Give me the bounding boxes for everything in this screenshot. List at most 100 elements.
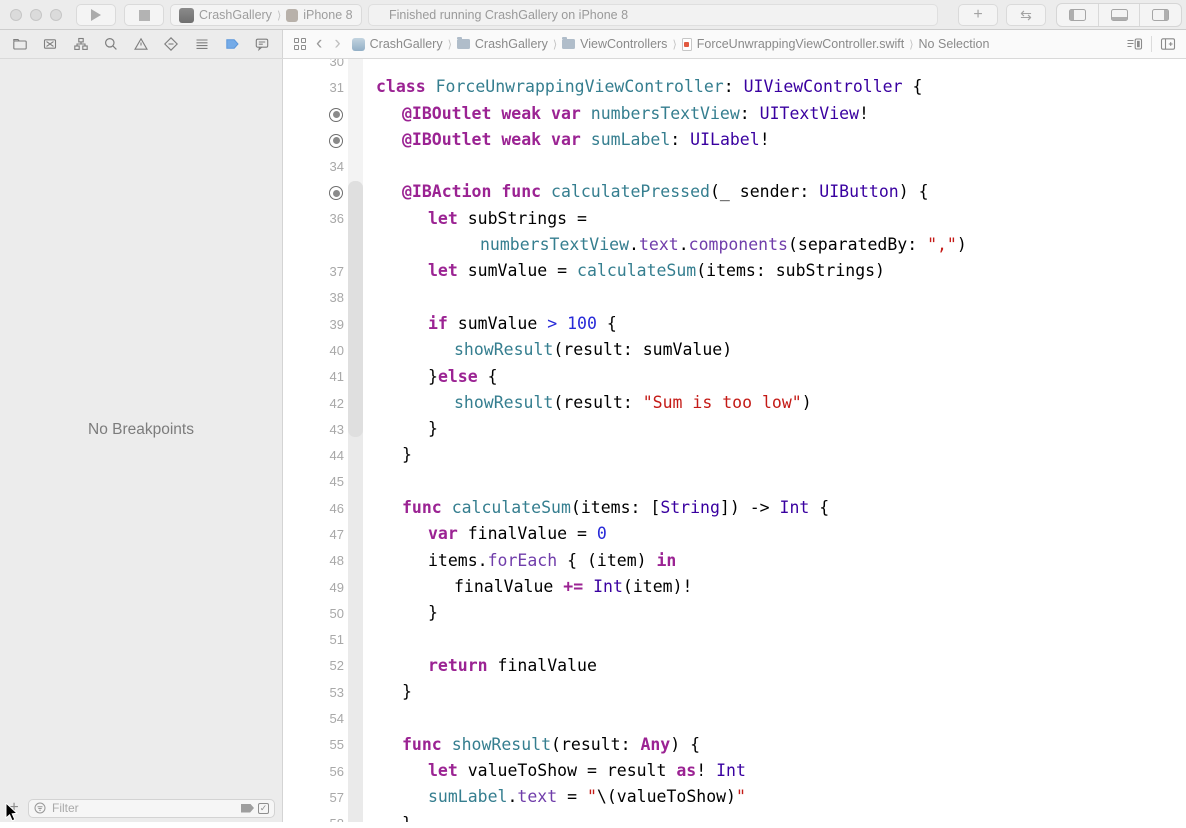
breadcrumb-item[interactable]: No Selection [919,37,990,51]
debug-navigator-icon[interactable] [194,36,210,52]
related-items-icon[interactable] [294,37,307,51]
breadcrumb-item[interactable]: ViewControllers [562,37,667,51]
stop-button[interactable] [124,4,164,26]
code-row: 36 let subStrings = [284,206,1186,232]
line-number[interactable]: 52 [284,658,344,673]
folder-icon [562,37,576,49]
breadcrumb-item[interactable]: CrashGallery [456,37,548,51]
code-line[interactable]: } [344,442,412,468]
jump-bar: ‹ › CrashGallery ⟩ CrashGallery ⟩ ViewContro… [284,30,1186,58]
filter-field[interactable]: ✓ [28,798,275,818]
close-window-button[interactable] [10,9,22,21]
line-number[interactable]: 44 [284,448,344,463]
enabled-filter-icon[interactable]: ✓ [258,802,269,814]
code-line[interactable]: }else { [344,364,498,390]
line-number[interactable]: 47 [284,527,344,542]
editor-options-icon[interactable] [1126,36,1143,52]
source-control-navigator-icon[interactable] [42,36,58,52]
toggle-debug-area-button[interactable] [1099,4,1141,26]
toggle-navigator-panel-button[interactable] [1057,4,1099,26]
find-navigator-icon[interactable] [103,36,119,52]
line-number[interactable]: 53 [284,685,344,700]
code-line[interactable]: class ForceUnwrappingViewController: UIV… [344,74,922,100]
go-forward-button[interactable]: › [331,34,343,54]
run-button[interactable] [76,4,116,26]
project-navigator-icon[interactable] [12,36,28,52]
code-line[interactable]: @IBAction func calculatePressed(_ sender… [344,179,929,205]
code-row: 49 finalValue += Int(item)! [284,574,1186,600]
line-number[interactable]: 54 [284,711,344,726]
line-number[interactable]: 49 [284,580,344,595]
line-number[interactable]: 37 [284,264,344,279]
code-row: 48 items.forEach { (item) in [284,548,1186,574]
connection-indicator[interactable] [284,132,344,148]
code-line[interactable]: let valueToShow = result as! Int [344,758,746,784]
jumpbar-right-controls [1126,36,1176,52]
go-back-button[interactable]: ‹ [313,34,325,54]
line-number[interactable]: 43 [284,422,344,437]
zoom-window-button[interactable] [50,9,62,21]
breadcrumb-item[interactable]: ForceUnwrappingViewController.swift [681,37,904,51]
line-number[interactable]: 50 [284,606,344,621]
code-line[interactable]: } [344,811,412,822]
code-row: 55 func showResult(result: Any) { [284,732,1186,758]
breadcrumb-item[interactable]: CrashGallery [351,37,443,51]
line-number[interactable]: 39 [284,317,344,332]
code-line[interactable]: items.forEach { (item) in [344,548,676,574]
line-number[interactable]: 41 [284,369,344,384]
filter-input[interactable] [50,800,237,816]
line-number[interactable]: 48 [284,553,344,568]
minimize-window-button[interactable] [30,9,42,21]
source-editor[interactable]: 30 31 class ForceUnwrappingViewController:… [284,59,1186,822]
line-number[interactable]: 46 [284,501,344,516]
breadcrumb: CrashGallery ⟩ CrashGallery ⟩ ViewController… [350,37,992,51]
scheme-selector[interactable]: CrashGallery ⟩ iPhone 8 [170,4,362,26]
breakpoint-navigator-icon[interactable] [224,36,240,52]
code-line[interactable]: func showResult(result: Any) { [344,732,700,758]
code-line[interactable]: return finalValue [344,653,597,679]
code-line[interactable]: numbersTextView.text.components(separate… [344,232,967,258]
toggle-inspector-panel-button[interactable] [1140,4,1181,26]
test-navigator-icon[interactable] [163,36,179,52]
connection-indicator[interactable] [284,106,344,122]
line-number[interactable]: 42 [284,396,344,411]
code-line[interactable]: showResult(result: "Sum is too low") [344,390,812,416]
code-line[interactable]: } [344,600,438,626]
code-line[interactable]: @IBOutlet weak var numbersTextView: UITe… [344,101,869,127]
line-number[interactable]: 58 [284,816,344,822]
code-row: 57 sumLabel.text = "\(valueToShow)" [284,784,1186,810]
code-line[interactable]: let subStrings = [344,206,587,232]
symbol-navigator-icon[interactable] [73,36,89,52]
code-line[interactable]: sumLabel.text = "\(valueToShow)" [344,784,746,810]
issue-navigator-icon[interactable] [133,36,149,52]
code-line[interactable]: } [344,416,438,442]
breakpoint-filter-icon[interactable] [241,803,254,813]
plus-icon: + [973,6,983,23]
code-line[interactable]: var finalValue = 0 [344,521,607,547]
add-editor-icon[interactable] [1160,36,1176,52]
line-number[interactable]: 31 [284,80,344,95]
code-line[interactable]: showResult(result: sumValue) [344,337,732,363]
line-number[interactable]: 36 [284,211,344,226]
line-number[interactable]: 57 [284,790,344,805]
activity-status-bar: Finished running CrashGallery on iPhone … [368,4,938,26]
line-number[interactable]: 30 [284,59,344,69]
line-number[interactable]: 40 [284,343,344,358]
code-row: @IBOutlet weak var sumLabel: UILabel! [284,127,1186,153]
library-button[interactable]: + [958,4,998,26]
line-number[interactable]: 51 [284,632,344,647]
line-number[interactable]: 45 [284,474,344,489]
code-line[interactable]: } [344,679,412,705]
line-number[interactable]: 38 [284,290,344,305]
connection-indicator[interactable] [284,185,344,201]
code-line[interactable]: if sumValue > 100 { [344,311,617,337]
code-line[interactable]: let sumValue = calculateSum(items: subSt… [344,258,885,284]
line-number[interactable]: 34 [284,159,344,174]
code-line[interactable]: func calculateSum(items: [String]) -> In… [344,495,829,521]
report-navigator-icon[interactable] [254,36,270,52]
line-number[interactable]: 55 [284,737,344,752]
line-number[interactable]: 56 [284,764,344,779]
code-line[interactable]: finalValue += Int(item)! [344,574,692,600]
editor-mode-button[interactable]: ⇆ [1006,4,1046,26]
code-line[interactable]: @IBOutlet weak var sumLabel: UILabel! [344,127,770,153]
